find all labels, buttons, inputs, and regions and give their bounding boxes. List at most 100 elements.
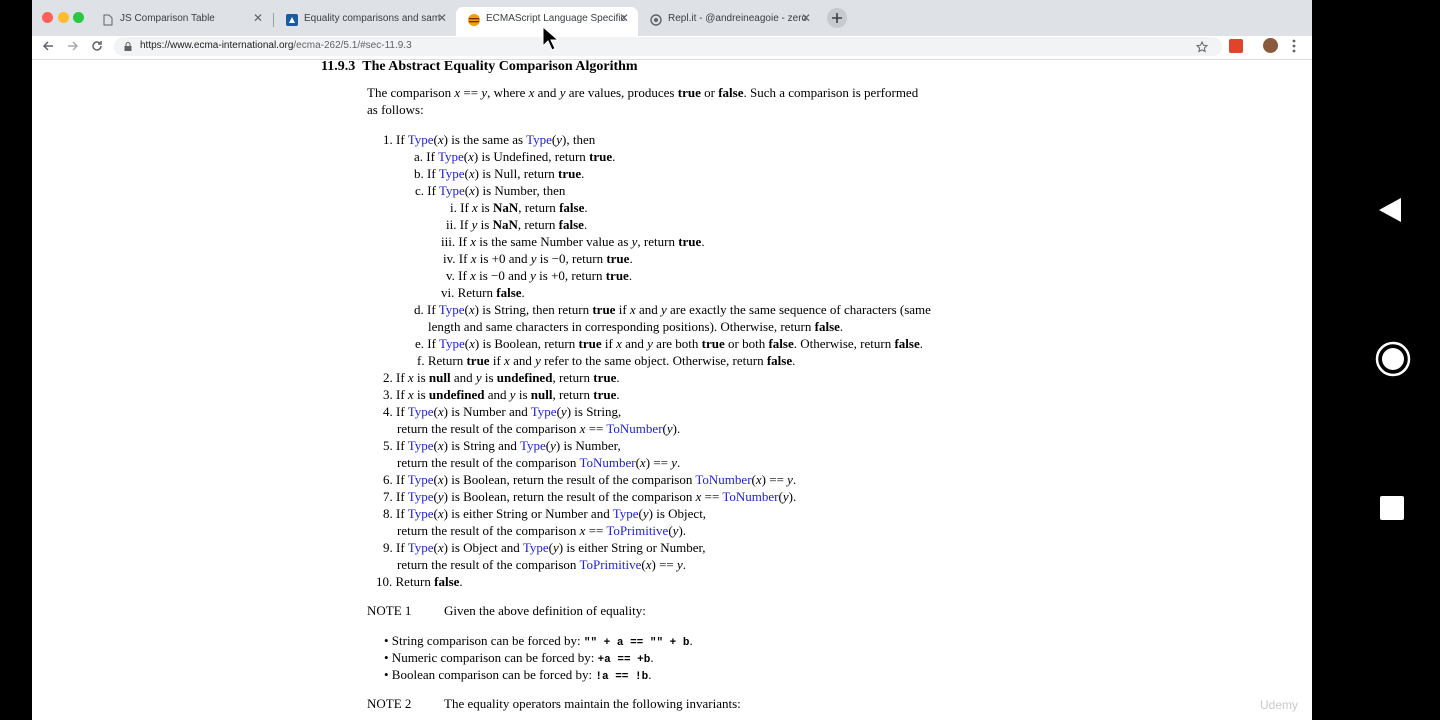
spec-link[interactable]: ToNumber: [606, 421, 662, 436]
maximize-window-button[interactable]: [73, 12, 84, 23]
tab-close-icon[interactable]: ✕: [437, 11, 447, 25]
text-run: false: [718, 85, 744, 100]
text-run: , return: [517, 217, 559, 232]
text-run: or both: [724, 336, 769, 351]
spec-link[interactable]: Type: [439, 183, 465, 198]
extension-icon[interactable]: [1229, 39, 1243, 53]
spec-link[interactable]: ToPrimitive: [579, 557, 641, 572]
text-run: 3. If: [383, 387, 408, 402]
text-run: true: [466, 353, 490, 368]
spec-link[interactable]: Type: [408, 404, 434, 419]
text-run: undefined: [428, 387, 485, 402]
tab-close-icon[interactable]: ✕: [253, 11, 263, 25]
tab-bar: JS Comparison Table ✕ Equality compariso…: [32, 0, 1312, 36]
text-run: ==: [460, 85, 482, 100]
text-run: Given the above definition of equality:: [444, 603, 646, 618]
text-run: v. If: [446, 268, 471, 283]
spec-link[interactable]: Type: [408, 132, 434, 147]
record-icon[interactable]: [1375, 341, 1411, 377]
text-run: .: [459, 574, 463, 589]
spec-link[interactable]: Type: [408, 438, 434, 453]
text-run: i. If: [450, 200, 473, 215]
text-run: is: [413, 387, 429, 402]
url-text: https://www.ecma-international.org/ecma-…: [140, 40, 412, 51]
tab-equality-comparisons[interactable]: Equality comparisons and sam ✕: [274, 7, 456, 36]
text-run: The equality operators maintain the foll…: [444, 696, 741, 711]
spec-link[interactable]: Type: [520, 438, 546, 453]
text-run: false: [768, 336, 794, 351]
text-run: return the result of the comparison: [397, 557, 580, 572]
tab-js-comparison-table[interactable]: JS Comparison Table ✕: [90, 7, 272, 36]
spec-document: 11.9.3 The Abstract Equality Comparison …: [32, 59, 1312, 720]
spec-link[interactable]: Type: [439, 302, 465, 317]
text-run: 1. If: [383, 132, 408, 147]
new-tab-button[interactable]: [827, 8, 847, 28]
text-run: , where: [487, 85, 529, 100]
text-run: NaN: [492, 200, 519, 215]
back-arrow-icon[interactable]: [42, 40, 54, 52]
text-run: ii. If: [446, 217, 472, 232]
text-run: c. If: [415, 183, 439, 198]
close-window-button[interactable]: [42, 12, 53, 23]
spec-link[interactable]: Type: [438, 149, 464, 164]
text-run: .: [521, 285, 525, 300]
profile-avatar[interactable]: [1263, 38, 1278, 53]
spec-link[interactable]: ToNumber: [695, 472, 751, 487]
forward-arrow-icon[interactable]: [67, 40, 79, 52]
spec-link[interactable]: Type: [439, 166, 465, 181]
text-run: ) is either String or Number,: [558, 540, 706, 555]
spec-line: i. If x is NaN, return false.: [450, 199, 588, 216]
tab-title: JS Comparison Table: [120, 13, 215, 24]
text-run: ) is Undefined, return: [473, 149, 590, 164]
spec-line: 2. If x is null and y is undefined, retu…: [383, 369, 620, 386]
text-run: or: [700, 85, 719, 100]
spec-line: return the result of the comparison x ==…: [397, 420, 680, 437]
spec-link[interactable]: Type: [531, 404, 557, 419]
spec-line: 6. If Type(x) is Boolean, return the res…: [383, 471, 796, 488]
spec-link[interactable]: ToNumber: [722, 489, 778, 504]
tab-close-icon[interactable]: ✕: [619, 11, 629, 25]
text-run: .: [919, 336, 923, 351]
text-run: .: [628, 268, 633, 283]
address-bar[interactable]: https://www.ecma-international.org/ecma-…: [114, 37, 1222, 56]
text-run: ), then: [562, 132, 596, 147]
url-host: https://www.ecma-international.org: [140, 40, 294, 51]
text-run: NOTE 1: [367, 603, 412, 618]
code-snippet: !a == !b: [595, 671, 649, 683]
text-run: and: [635, 302, 661, 317]
star-icon[interactable]: [1196, 41, 1208, 53]
text-run: 2. If: [383, 370, 408, 385]
spec-link[interactable]: Type: [408, 506, 434, 521]
spec-line: NOTE 1: [367, 602, 411, 619]
text-run: .: [616, 387, 620, 402]
text-run: ==: [585, 523, 607, 538]
spec-link[interactable]: Type: [408, 489, 434, 504]
text-run: and: [621, 336, 648, 351]
spec-line: vi. Return false.: [441, 284, 525, 301]
reload-icon[interactable]: [91, 40, 103, 52]
text-run: .: [650, 650, 654, 665]
text-run: as follows:: [367, 102, 424, 117]
text-run: ) ==: [651, 557, 677, 572]
spec-link[interactable]: Type: [526, 132, 552, 147]
spec-line: 8. If Type(x) is either String or Number…: [383, 505, 706, 522]
spec-link[interactable]: Type: [408, 540, 434, 555]
menu-dots-icon[interactable]: [1292, 39, 1296, 53]
ecma-icon: [468, 14, 480, 26]
text-run: is +0 and: [476, 251, 531, 266]
spec-link[interactable]: ToPrimitive: [606, 523, 668, 538]
tab-replit[interactable]: Repl.it - @andreineagoie - zero ✕: [638, 7, 820, 36]
stop-icon[interactable]: [1380, 496, 1404, 520]
spec-line: The comparison x == y, where x and y are…: [367, 84, 918, 101]
spec-link[interactable]: Type: [439, 336, 465, 351]
spec-link[interactable]: Type: [408, 472, 434, 487]
play-back-icon[interactable]: [1378, 197, 1402, 223]
spec-link[interactable]: ToNumber: [579, 455, 635, 470]
tab-close-icon[interactable]: ✕: [801, 11, 811, 25]
minimize-window-button[interactable]: [58, 12, 69, 23]
text-run: ) ==: [645, 455, 672, 470]
spec-line: 10. Return false.: [376, 573, 463, 590]
code-snippet: +a == +b: [597, 654, 651, 666]
spec-link[interactable]: Type: [613, 506, 639, 521]
spec-link[interactable]: Type: [523, 540, 549, 555]
